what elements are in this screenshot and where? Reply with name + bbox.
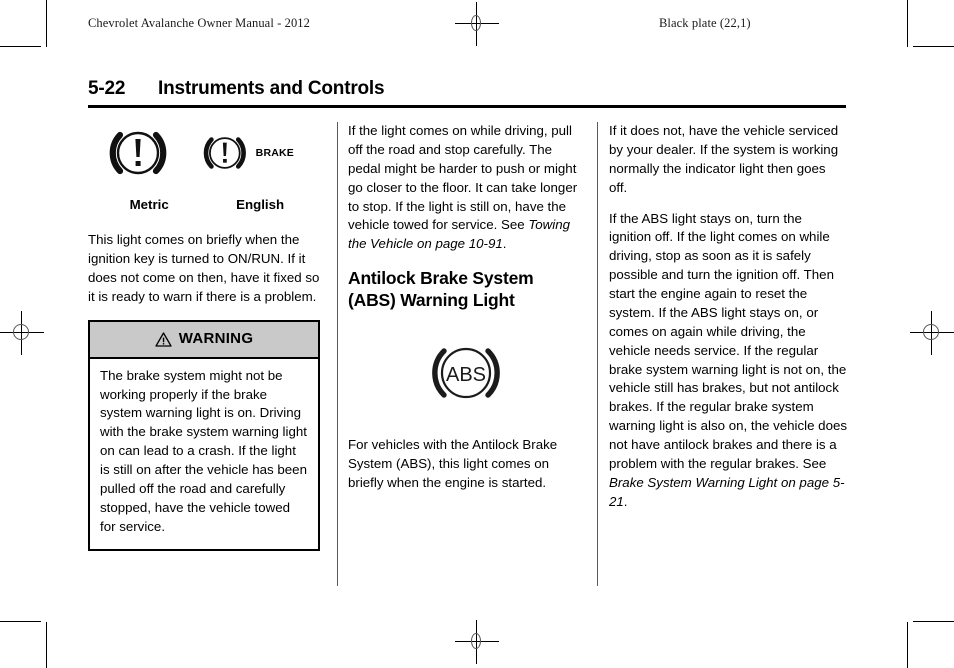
crop-mark-bottom-right-horizontal: [913, 621, 954, 622]
abs-warning-telltale-icon: ABS: [432, 347, 500, 398]
section-heading-abs-warning-light: Antilock Brake System (ABS) Warning Ligh…: [348, 268, 534, 310]
right-paragraph-2-crossref[interactable]: Brake System Warning Light on page 5-21: [609, 475, 845, 509]
warning-body-text: The brake system might not be working pr…: [100, 367, 307, 534]
column-left: BRAKE Metric English This light comes on…: [88, 122, 324, 551]
middle-paragraph-1-lead: If the light comes on while driving, pul…: [348, 123, 578, 233]
column-right: If it does not, have the vehicle service…: [609, 122, 847, 512]
brake-warning-telltale-icon-metric: [109, 131, 167, 175]
warning-box: WARNING The brake system might not be wo…: [88, 320, 320, 551]
crop-mark-bottom-left-vertical: [46, 622, 47, 668]
page-title-rule: [88, 105, 846, 108]
brake-telltale-symbol-row: BRAKE: [102, 122, 324, 184]
column-middle: If the light comes on while driving, pul…: [348, 122, 584, 505]
column-divider-right: [597, 122, 598, 586]
middle-paragraph-2: For vehicles with the Antilock Brake Sys…: [348, 436, 558, 490]
right-paragraph-2-lead: If the ABS light stays on, turn the igni…: [609, 210, 848, 471]
registration-mark-bottom-center: [455, 620, 499, 664]
crop-mark-bottom-left-horizontal: [0, 621, 41, 622]
crop-mark-top-right-vertical: [907, 0, 908, 47]
middle-paragraph-1-tail: .: [502, 236, 507, 252]
metric-symbol-slot: [102, 124, 198, 182]
right-paragraph-1: If it does not, have the vehicle service…: [609, 123, 839, 195]
symbol-caption-row: Metric English: [102, 196, 324, 215]
registration-mark-right-middle: [910, 311, 954, 355]
warning-triangle-icon: [155, 331, 172, 347]
left-paragraph-1: This light comes on briefly when the ign…: [88, 231, 320, 304]
crop-mark-top-right-horizontal: [913, 46, 954, 47]
middle-paragraph-1: If the light comes on while driving, pul…: [348, 122, 584, 254]
right-paragraph-2: If the ABS light stays on, turn the igni…: [609, 210, 847, 512]
running-head-plate-info: Black plate (22,1): [659, 16, 751, 30]
registration-mark-top-center: [455, 2, 499, 46]
crop-mark-bottom-right-vertical: [907, 622, 908, 668]
page-title-text: Instruments and Controls: [158, 78, 385, 99]
warning-box-header: WARNING: [90, 322, 318, 359]
crop-mark-top-left-vertical: [46, 0, 47, 47]
brake-word-label: BRAKE: [255, 146, 294, 159]
caption-metric: Metric: [129, 197, 169, 212]
page-folio-number: 5-22: [88, 78, 126, 99]
registration-mark-left-middle: [0, 311, 44, 355]
abs-icon-text: ABS: [446, 364, 486, 386]
caption-english: English: [236, 197, 285, 212]
brake-warning-telltale-icon-english: [203, 137, 246, 169]
abs-symbol-wrap: ABS: [348, 340, 584, 406]
column-divider-left: [337, 122, 338, 586]
warning-heading: WARNING: [178, 330, 254, 348]
running-head-manual-title: Chevrolet Avalanche Owner Manual - 2012: [88, 16, 311, 30]
crop-mark-top-left-horizontal: [0, 46, 41, 47]
page-title: 5-22 Instruments and Controls: [88, 78, 846, 108]
english-symbol-slot: BRAKE: [198, 124, 294, 182]
right-paragraph-2-tail: .: [623, 493, 628, 509]
